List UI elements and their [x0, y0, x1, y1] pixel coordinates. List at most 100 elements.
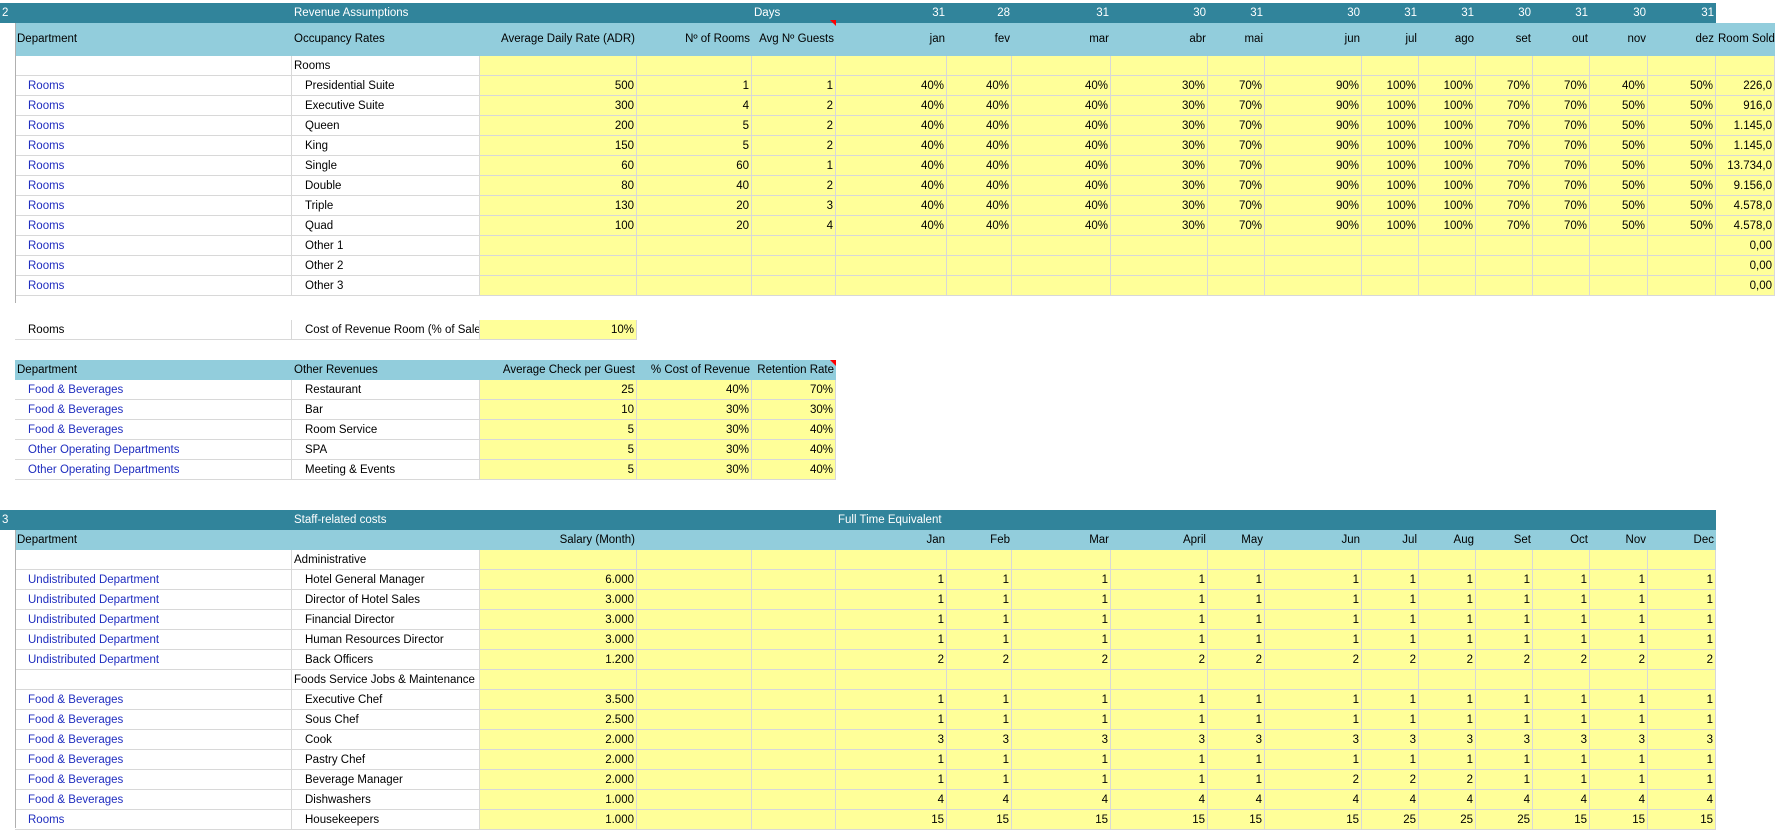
- cell[interactable]: [15, 56, 292, 76]
- fte-cell[interactable]: 2: [1012, 650, 1111, 670]
- column-header[interactable]: Salary (Month): [480, 530, 637, 550]
- fte-cell[interactable]: 4: [1419, 790, 1476, 810]
- fte-cell[interactable]: 1: [1476, 590, 1533, 610]
- column-header[interactable]: Other Revenues: [292, 360, 480, 380]
- fte-cell[interactable]: 1: [1265, 710, 1362, 730]
- cost-cell[interactable]: 40%: [637, 380, 752, 400]
- fte-cell[interactable]: 4: [1208, 790, 1265, 810]
- guests-cell[interactable]: [752, 276, 836, 296]
- room-count-cell[interactable]: 1: [637, 76, 752, 96]
- cost-cell[interactable]: 30%: [637, 400, 752, 420]
- fte-cell[interactable]: 1: [1208, 690, 1265, 710]
- fte-cell[interactable]: 2: [1265, 770, 1362, 790]
- department-cell[interactable]: Undistributed Department: [15, 590, 292, 610]
- fte-cell[interactable]: 1: [1419, 710, 1476, 730]
- department-cell[interactable]: Undistributed Department: [15, 610, 292, 630]
- input-cell[interactable]: [752, 570, 836, 590]
- input-cell[interactable]: [637, 810, 752, 830]
- occupancy-cell[interactable]: 30%: [1111, 96, 1208, 116]
- month-header[interactable]: ago: [1419, 23, 1476, 56]
- input-cell[interactable]: [752, 590, 836, 610]
- occupancy-cell[interactable]: 100%: [1419, 196, 1476, 216]
- job-title-cell[interactable]: Director of Hotel Sales: [292, 590, 480, 610]
- input-cell[interactable]: [836, 56, 947, 76]
- department-cell[interactable]: Rooms: [15, 236, 292, 256]
- occupancy-cell[interactable]: [1362, 276, 1419, 296]
- month-header[interactable]: out: [1533, 23, 1590, 56]
- fte-cell[interactable]: 1: [1590, 630, 1648, 650]
- revenue-name-cell[interactable]: Room Service: [292, 420, 480, 440]
- month-header[interactable]: Mar: [1012, 530, 1111, 550]
- fte-cell[interactable]: 1: [1208, 590, 1265, 610]
- days-in-month-cell[interactable]: 31: [1362, 3, 1419, 23]
- input-cell[interactable]: [637, 730, 752, 750]
- fte-cell[interactable]: 15: [1533, 810, 1590, 830]
- occupancy-cell[interactable]: [1590, 276, 1648, 296]
- comment-indicator-icon[interactable]: [830, 20, 836, 26]
- occupancy-cell[interactable]: 50%: [1648, 76, 1716, 96]
- column-header[interactable]: Department: [15, 360, 292, 380]
- fte-cell[interactable]: 1: [1265, 750, 1362, 770]
- occupancy-cell[interactable]: 90%: [1265, 136, 1362, 156]
- fte-cell[interactable]: 3: [1533, 730, 1590, 750]
- column-header[interactable]: Average Check per Guest: [480, 360, 637, 380]
- occupancy-cell[interactable]: 30%: [1111, 76, 1208, 96]
- fte-cell[interactable]: 2: [1362, 650, 1419, 670]
- revenue-name-cell[interactable]: SPA: [292, 440, 480, 460]
- cost-cell[interactable]: 30%: [637, 440, 752, 460]
- occupancy-cell[interactable]: 100%: [1362, 156, 1419, 176]
- cell[interactable]: [15, 670, 292, 690]
- room-count-cell[interactable]: [637, 276, 752, 296]
- salary-cell[interactable]: 1.200: [480, 650, 637, 670]
- occupancy-cell[interactable]: 100%: [1419, 136, 1476, 156]
- month-header[interactable]: Feb: [947, 530, 1012, 550]
- input-cell[interactable]: [1648, 56, 1716, 76]
- department-cell[interactable]: Food & Beverages: [15, 770, 292, 790]
- fte-cell[interactable]: 1: [1362, 690, 1419, 710]
- input-cell[interactable]: [637, 670, 752, 690]
- fte-cell[interactable]: 1: [1648, 570, 1716, 590]
- room-type-cell[interactable]: Quad: [292, 216, 480, 236]
- fte-cell[interactable]: 1: [1208, 610, 1265, 630]
- occupancy-cell[interactable]: 50%: [1590, 176, 1648, 196]
- occupancy-cell[interactable]: [1265, 276, 1362, 296]
- input-cell[interactable]: [637, 750, 752, 770]
- department-cell[interactable]: Rooms: [15, 196, 292, 216]
- fte-cell[interactable]: 1: [1533, 610, 1590, 630]
- occupancy-cell[interactable]: [1012, 276, 1111, 296]
- input-cell[interactable]: [1208, 670, 1265, 690]
- occupancy-cell[interactable]: 40%: [836, 116, 947, 136]
- occupancy-cell[interactable]: [1208, 256, 1265, 276]
- fte-cell[interactable]: 1: [1362, 590, 1419, 610]
- department-cell[interactable]: Other Operating Departments: [15, 460, 292, 480]
- days-in-month-cell[interactable]: 30: [1111, 3, 1208, 23]
- input-cell[interactable]: [1012, 670, 1111, 690]
- room-count-cell[interactable]: [637, 236, 752, 256]
- fte-cell[interactable]: 15: [836, 810, 947, 830]
- department-cell[interactable]: Undistributed Department: [15, 630, 292, 650]
- fte-cell[interactable]: 1: [1476, 770, 1533, 790]
- revenue-name-cell[interactable]: Restaurant: [292, 380, 480, 400]
- fte-cell[interactable]: 2: [1648, 650, 1716, 670]
- days-in-month-cell[interactable]: 31: [1533, 3, 1590, 23]
- guests-cell[interactable]: [752, 256, 836, 276]
- department-cell[interactable]: Rooms: [15, 116, 292, 136]
- fte-cell[interactable]: 3: [1476, 730, 1533, 750]
- fte-cell[interactable]: 3: [1648, 730, 1716, 750]
- occupancy-cell[interactable]: [1265, 256, 1362, 276]
- input-cell[interactable]: [1648, 550, 1716, 570]
- department-cell[interactable]: Rooms: [15, 216, 292, 236]
- fte-cell[interactable]: 2: [1419, 650, 1476, 670]
- days-in-month-cell[interactable]: 31: [1419, 3, 1476, 23]
- occupancy-cell[interactable]: 40%: [1012, 176, 1111, 196]
- input-cell[interactable]: [1208, 56, 1265, 76]
- input-cell[interactable]: [1012, 56, 1111, 76]
- fte-cell[interactable]: 1: [1476, 690, 1533, 710]
- occupancy-cell[interactable]: [1648, 236, 1716, 256]
- occupancy-cell[interactable]: 40%: [836, 176, 947, 196]
- occupancy-cell[interactable]: 50%: [1648, 176, 1716, 196]
- revenue-name-cell[interactable]: Bar: [292, 400, 480, 420]
- fte-cell[interactable]: 1: [1111, 610, 1208, 630]
- fte-cell[interactable]: 1: [1533, 690, 1590, 710]
- fte-cell[interactable]: 3: [1265, 730, 1362, 750]
